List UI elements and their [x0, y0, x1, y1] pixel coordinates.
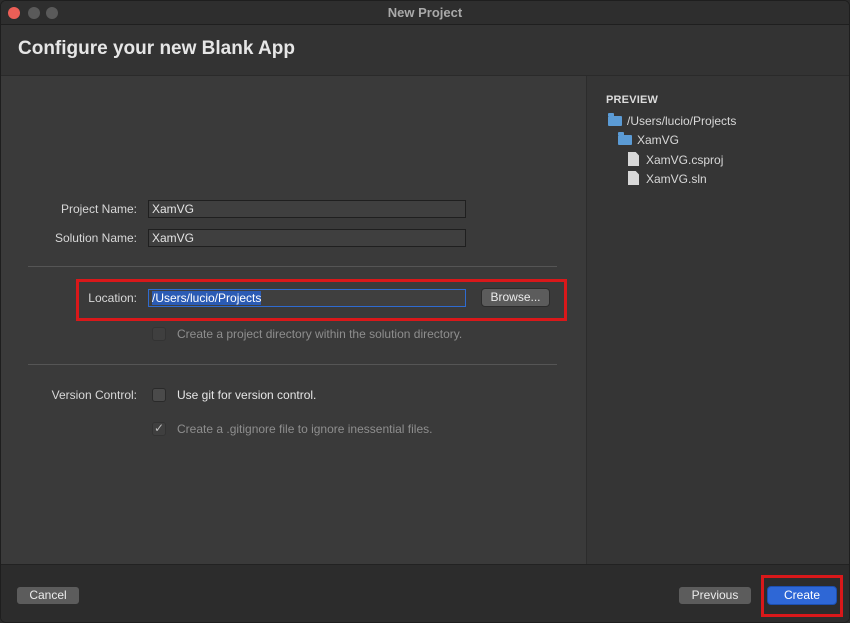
footer-bar: Cancel Previous Create	[1, 564, 849, 622]
folder-icon	[618, 132, 632, 145]
location-input-value: /Users/lucio/Projects	[152, 291, 262, 305]
project-directory-checkbox-label: Create a project directory within the so…	[177, 327, 463, 341]
page-title: Configure your new Blank App	[18, 38, 295, 59]
file-icon	[628, 171, 639, 185]
gitignore-checkbox-label: Create a .gitignore file to ignore iness…	[177, 422, 433, 436]
gitignore-checkbox[interactable]	[152, 421, 166, 436]
previous-button[interactable]: Previous	[678, 586, 752, 605]
section-divider	[28, 266, 557, 267]
tree-item-label: XamVG.csproj	[646, 153, 724, 167]
browse-button[interactable]: Browse...	[481, 288, 550, 307]
tree-item-label: /Users/lucio/Projects	[627, 114, 737, 128]
tree-item-project-folder[interactable]: XamVG	[618, 132, 680, 149]
project-directory-checkbox[interactable]	[152, 327, 166, 341]
tree-item-root-folder[interactable]: /Users/lucio/Projects	[608, 113, 737, 130]
project-name-input[interactable]	[148, 200, 466, 218]
location-label: Location:	[88, 291, 137, 305]
file-icon	[628, 152, 639, 166]
create-button[interactable]: Create	[767, 586, 837, 605]
use-git-checkbox-label: Use git for version control.	[177, 388, 317, 402]
folder-icon	[608, 113, 622, 126]
cancel-button[interactable]: Cancel	[16, 586, 80, 605]
solution-name-label: Solution Name:	[54, 231, 137, 245]
configuration-form: Project Name: Solution Name: Location: /…	[1, 76, 586, 564]
window-title: New Project	[387, 5, 463, 20]
tree-item-sln-file[interactable]: XamVG.sln	[628, 171, 707, 187]
new-project-window: New Project Configure your new Blank App…	[0, 0, 850, 623]
title-bar: New Project	[1, 1, 849, 25]
preview-title: PREVIEW	[606, 94, 659, 106]
section-divider	[28, 364, 557, 365]
project-name-label: Project Name:	[60, 202, 137, 216]
tree-item-csproj-file[interactable]: XamVG.csproj	[628, 152, 723, 168]
solution-name-input[interactable]	[148, 229, 466, 247]
tree-item-label: XamVG	[637, 133, 680, 147]
page-header: Configure your new Blank App	[1, 25, 849, 76]
preview-panel: PREVIEW /Users/lucio/Projects XamVG XamV…	[586, 76, 849, 564]
location-input[interactable]: /Users/lucio/Projects	[148, 289, 466, 307]
version-control-label: Version Control:	[51, 388, 137, 402]
tree-item-label: XamVG.sln	[646, 172, 707, 186]
use-git-checkbox[interactable]	[152, 388, 166, 402]
